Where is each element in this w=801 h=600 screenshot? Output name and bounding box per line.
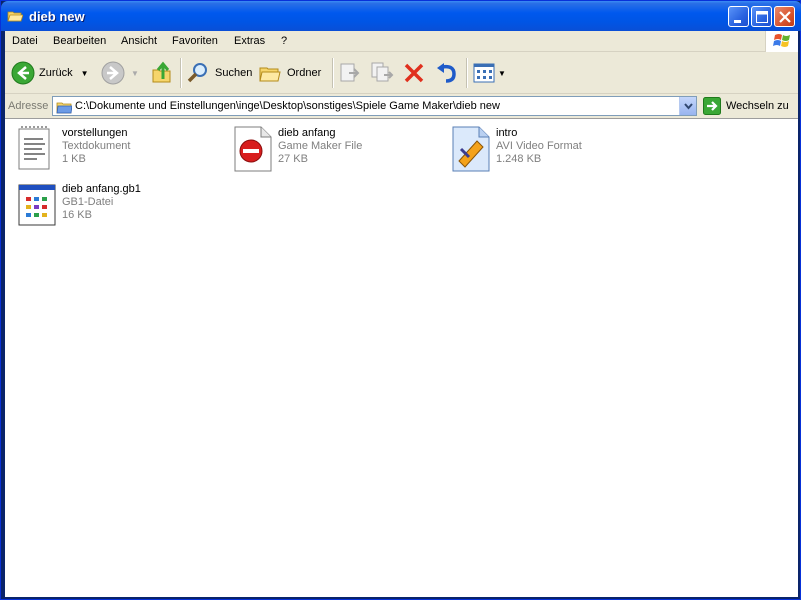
toolbar-separator [180, 58, 182, 88]
forward-arrow-icon [101, 61, 125, 85]
explorer-window: dieb new Datei Bearbeiten Ansicht Favori… [0, 0, 801, 600]
up-folder-button[interactable] [150, 59, 174, 87]
forward-button[interactable]: ▼ [101, 59, 139, 87]
toolbar-separator [332, 58, 334, 88]
file-type: AVI Video Format [496, 140, 582, 152]
file-size: 16 KB [62, 209, 92, 221]
views-button[interactable]: ▼ [472, 59, 506, 87]
maximize-icon [756, 11, 768, 23]
folder-icon [56, 102, 72, 114]
go-label: Wechseln zu [726, 100, 789, 112]
folders-label: Ordner [287, 67, 322, 79]
move-to-icon [340, 63, 360, 82]
minimize-button[interactable] [728, 6, 749, 27]
window-title: dieb new [29, 9, 85, 24]
windows-logo [765, 31, 798, 52]
copy-to-button[interactable] [370, 59, 394, 87]
text-document-icon [18, 126, 50, 170]
close-button[interactable] [774, 6, 795, 27]
gb1-file-icon [18, 184, 56, 226]
undo-button[interactable] [434, 59, 458, 87]
delete-x-icon [404, 63, 424, 83]
file-type: Textdokument [62, 140, 131, 152]
back-button[interactable]: Zurück ▼ [11, 59, 89, 87]
folders-icon [259, 67, 281, 82]
file-name: dieb anfang.gb1 [62, 183, 141, 195]
file-name: dieb anfang [278, 127, 336, 139]
menu-datei[interactable]: Datei [12, 35, 38, 47]
menu-ansicht[interactable]: Ansicht [121, 35, 157, 47]
move-to-button[interactable] [338, 59, 362, 87]
file-item[interactable]: intro AVI Video Format 1.248 KB [449, 125, 649, 177]
toolbar-separator [466, 58, 468, 88]
file-list: vorstellungen Textdokument 1 KB dieb anf… [5, 118, 798, 597]
up-folder-icon [152, 61, 171, 83]
address-path: C:\Dokumente und Einstellungen\inge\Desk… [75, 100, 500, 112]
file-size: 1 KB [62, 153, 86, 165]
file-item[interactable]: dieb anfang Game Maker File 27 KB [231, 125, 431, 177]
menu-bearbeiten[interactable]: Bearbeiten [53, 35, 106, 47]
title-bar[interactable]: dieb new [1, 1, 801, 31]
back-dropdown-icon[interactable]: ▼ [81, 69, 89, 78]
address-label: Adresse [8, 100, 49, 112]
views-grid-icon [473, 63, 495, 83]
file-item[interactable]: vorstellungen Textdokument 1 KB [15, 125, 215, 177]
go-button[interactable]: Wechseln zu [703, 96, 789, 116]
toolbar: Zurück ▼ ▼ Suchen Ordner ▼ [5, 53, 798, 94]
file-size: 27 KB [278, 153, 308, 165]
views-dropdown-icon[interactable]: ▼ [498, 69, 506, 78]
search-icon [187, 63, 207, 83]
maximize-button[interactable] [751, 6, 772, 27]
close-icon [779, 11, 791, 23]
avi-video-icon [452, 126, 490, 172]
forward-dropdown-icon[interactable]: ▼ [131, 69, 139, 78]
chevron-down-icon [684, 103, 693, 110]
address-input[interactable]: C:\Dokumente und Einstellungen\inge\Desk… [52, 96, 697, 116]
search-label: Suchen [215, 67, 253, 79]
file-type: Game Maker File [278, 140, 363, 152]
game-maker-file-icon [234, 126, 272, 172]
address-bar: Adresse C:\Dokumente und Einstellungen\i… [5, 95, 798, 117]
menu-extras[interactable]: Extras [234, 35, 265, 47]
back-arrow-icon [11, 61, 35, 85]
file-size: 1.248 KB [496, 153, 542, 165]
folder-open-icon [7, 11, 23, 22]
menu-bar: Datei Bearbeiten Ansicht Favoriten Extra… [5, 31, 798, 52]
menu-help[interactable]: ? [281, 35, 287, 47]
minimize-icon [734, 20, 741, 23]
file-name: vorstellungen [62, 127, 128, 139]
copy-to-icon [371, 62, 394, 82]
search-button[interactable]: Suchen [186, 59, 252, 87]
menu-favoriten[interactable]: Favoriten [172, 35, 218, 47]
window-client: Datei Bearbeiten Ansicht Favoriten Extra… [5, 31, 798, 597]
delete-button[interactable] [402, 59, 426, 87]
folders-button[interactable]: Ordner [258, 59, 321, 87]
go-arrow-icon [703, 97, 721, 115]
file-item[interactable]: dieb anfang.gb1 GB1-Datei 16 KB [15, 181, 215, 233]
windows-flag-icon [773, 34, 790, 47]
undo-icon [437, 63, 456, 83]
file-type: GB1-Datei [62, 196, 114, 208]
back-label: Zurück [39, 67, 73, 79]
address-dropdown-button[interactable] [679, 97, 696, 115]
file-name: intro [496, 127, 518, 139]
